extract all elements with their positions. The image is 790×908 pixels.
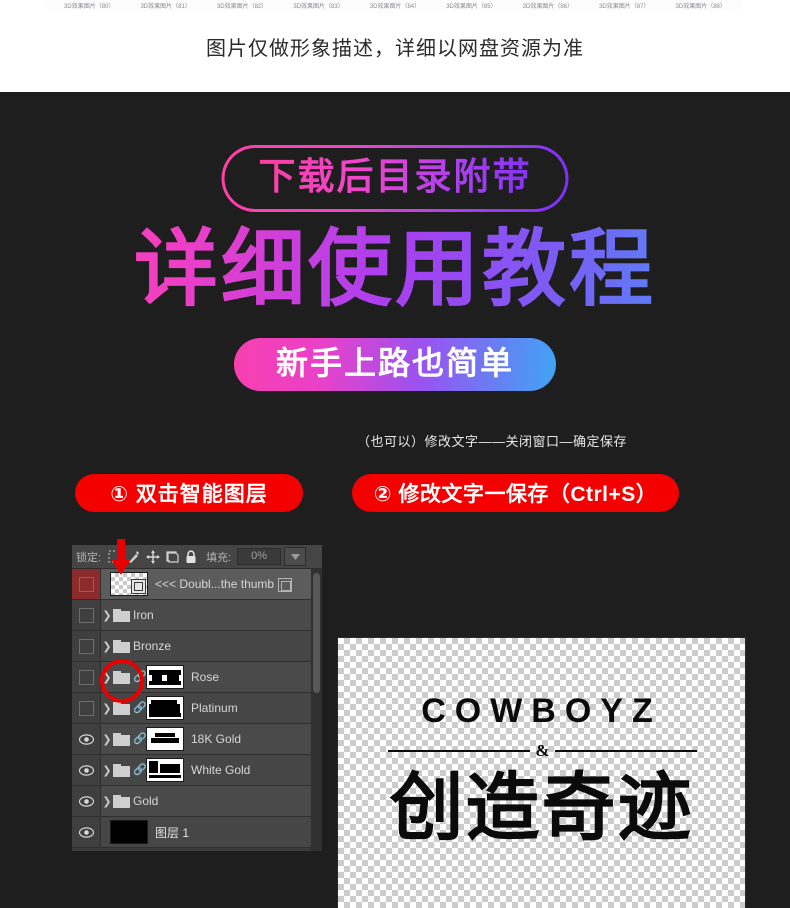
thumbnail-label: 3D效果图片（88）: [675, 4, 726, 10]
layer-visibility-toggle[interactable]: [72, 569, 101, 599]
layer-name: Rose: [191, 670, 220, 684]
layer-visibility-toggle[interactable]: [72, 817, 101, 847]
smart-object-thumbnail[interactable]: [110, 572, 148, 596]
layer-name: 图层 1: [155, 825, 190, 840]
scrollbar-thumb[interactable]: [313, 573, 320, 693]
thumbnail-label: 3D效果图片（84）: [369, 4, 421, 10]
disclaimer-text: 图片仅做形象描述，详细以网盘资源为准: [206, 38, 584, 60]
layer-thumbnail[interactable]: [146, 665, 184, 689]
solid-pill-badge: 新手上路也简单: [233, 338, 557, 391]
chevron-right-icon[interactable]: ❯: [101, 764, 113, 777]
annotation-arrow-icon: [111, 539, 131, 575]
outline-pill-badge: 下载后目录附带: [222, 145, 569, 212]
layer-name: 18K Gold: [191, 732, 242, 746]
chevron-right-icon[interactable]: ❯: [101, 640, 113, 653]
copy-layer-icon[interactable]: [278, 578, 292, 592]
lock-all-icon[interactable]: [182, 549, 199, 565]
layer-name: Bronze: [133, 639, 172, 653]
eye-icon: [78, 826, 94, 838]
folder-icon: [113, 732, 130, 746]
table-row[interactable]: ❯ Iron: [72, 600, 322, 631]
chevron-right-icon[interactable]: ❯: [101, 609, 113, 622]
thumbnail-label: 3D效果图片（85）: [446, 4, 497, 10]
layer-name: Gold: [133, 794, 159, 808]
chevron-right-icon[interactable]: ❯: [101, 733, 113, 746]
canvas-chinese-text: 创造奇迹: [389, 766, 694, 849]
eye-off-icon: [78, 607, 94, 623]
layer-name: Platinum: [191, 701, 238, 715]
thumbnail-label: 3D效果图片（86）: [522, 4, 574, 10]
table-row[interactable]: ❯ Bronze: [72, 631, 322, 662]
link-icon[interactable]: 🔗: [133, 702, 147, 714]
layer-thumbnail[interactable]: [146, 758, 184, 782]
folder-icon: [113, 763, 130, 777]
annotation-circle: [100, 659, 144, 703]
thumbnail-filmstrip[interactable]: 3D效果图片（80） 3D效果图片（81） 3D效果图片（82） 3D效果图片（…: [47, 0, 743, 11]
layers-list[interactable]: <<< Doubl...the thumb ❯ Iron ❯ Bronze ❯ …: [72, 569, 322, 848]
link-icon[interactable]: 🔗: [133, 733, 147, 745]
chevron-right-icon[interactable]: ❯: [101, 702, 113, 715]
chevron-right-icon[interactable]: ❯: [101, 795, 113, 808]
smart-object-badge-icon: [131, 579, 146, 594]
table-row[interactable]: ❯ 🔗 White Gold: [72, 755, 322, 786]
outline-pill-label: 下载后目录附带: [258, 156, 532, 197]
layer-visibility-toggle[interactable]: [72, 600, 101, 630]
table-row[interactable]: 图层 1: [72, 817, 322, 848]
layers-scrollbar[interactable]: [311, 569, 322, 851]
thumbnail-label: 3D效果图片（81）: [140, 4, 191, 10]
layer-visibility-toggle[interactable]: [72, 724, 101, 754]
folder-icon: [113, 608, 130, 622]
folder-icon: [113, 639, 130, 653]
thumbnail-label: 3D效果图片（82）: [216, 4, 268, 10]
layer-name: <<< Doubl...the thumb: [155, 577, 275, 591]
canvas-preview[interactable]: COWBOYZ & 创造奇迹: [337, 637, 746, 908]
step-note-text: （也可以）修改文字——关闭窗口—确定保存: [357, 434, 628, 449]
layer-visibility-toggle[interactable]: [72, 631, 101, 661]
thumbnail-label: 3D效果图片（83）: [293, 4, 344, 10]
link-icon[interactable]: 🔗: [133, 764, 147, 776]
top-white-band: 3D效果图片（80） 3D效果图片（81） 3D效果图片（82） 3D效果图片（…: [0, 0, 790, 92]
layer-visibility-toggle[interactable]: [72, 786, 101, 816]
step-1-button[interactable]: ① 双击智能图层: [75, 474, 303, 512]
lock-label: 锁定:: [76, 551, 102, 564]
canvas-brand-text: COWBOYZ: [421, 692, 662, 730]
solid-pill-label: 新手上路也简单: [275, 345, 515, 381]
lock-artboard-icon[interactable]: [163, 549, 180, 565]
eye-icon: [78, 795, 94, 807]
layer-name: Iron: [133, 608, 154, 622]
layer-visibility-toggle[interactable]: [72, 755, 101, 785]
layer-thumbnail[interactable]: [146, 696, 184, 720]
thumbnail-label: 3D效果图片（87）: [599, 4, 650, 10]
step-2-button[interactable]: ② 修改文字一保存（Ctrl+S）: [352, 474, 679, 512]
folder-icon: [113, 701, 130, 715]
chevron-down-icon[interactable]: [284, 547, 307, 566]
layer-visibility-toggle[interactable]: [72, 662, 101, 692]
layer-thumbnail[interactable]: [110, 820, 148, 844]
fill-value-input[interactable]: 0%: [237, 548, 282, 565]
layer-name: White Gold: [191, 763, 251, 777]
thumbnail-label: 3D效果图片（80）: [64, 4, 115, 10]
eye-off-icon: [78, 700, 94, 716]
eye-off-icon: [78, 669, 94, 685]
eye-icon: [78, 733, 94, 745]
eye-off-icon: [78, 576, 94, 592]
folder-icon: [113, 794, 130, 808]
lock-position-icon[interactable]: [144, 549, 161, 565]
layer-thumbnail[interactable]: [146, 727, 184, 751]
eye-icon: [78, 764, 94, 776]
layer-visibility-toggle[interactable]: [72, 693, 101, 723]
table-row[interactable]: ❯ Gold: [72, 786, 322, 817]
fill-label: 填充:: [206, 551, 232, 564]
poster-section: 下载后目录附带 详细使用教程 新手上路也简单 （也可以）修改文字——关闭窗口—确…: [0, 92, 790, 908]
poster-headline: 详细使用教程: [0, 225, 790, 313]
table-row[interactable]: ❯ 🔗 18K Gold: [72, 724, 322, 755]
eye-off-icon: [78, 638, 94, 654]
